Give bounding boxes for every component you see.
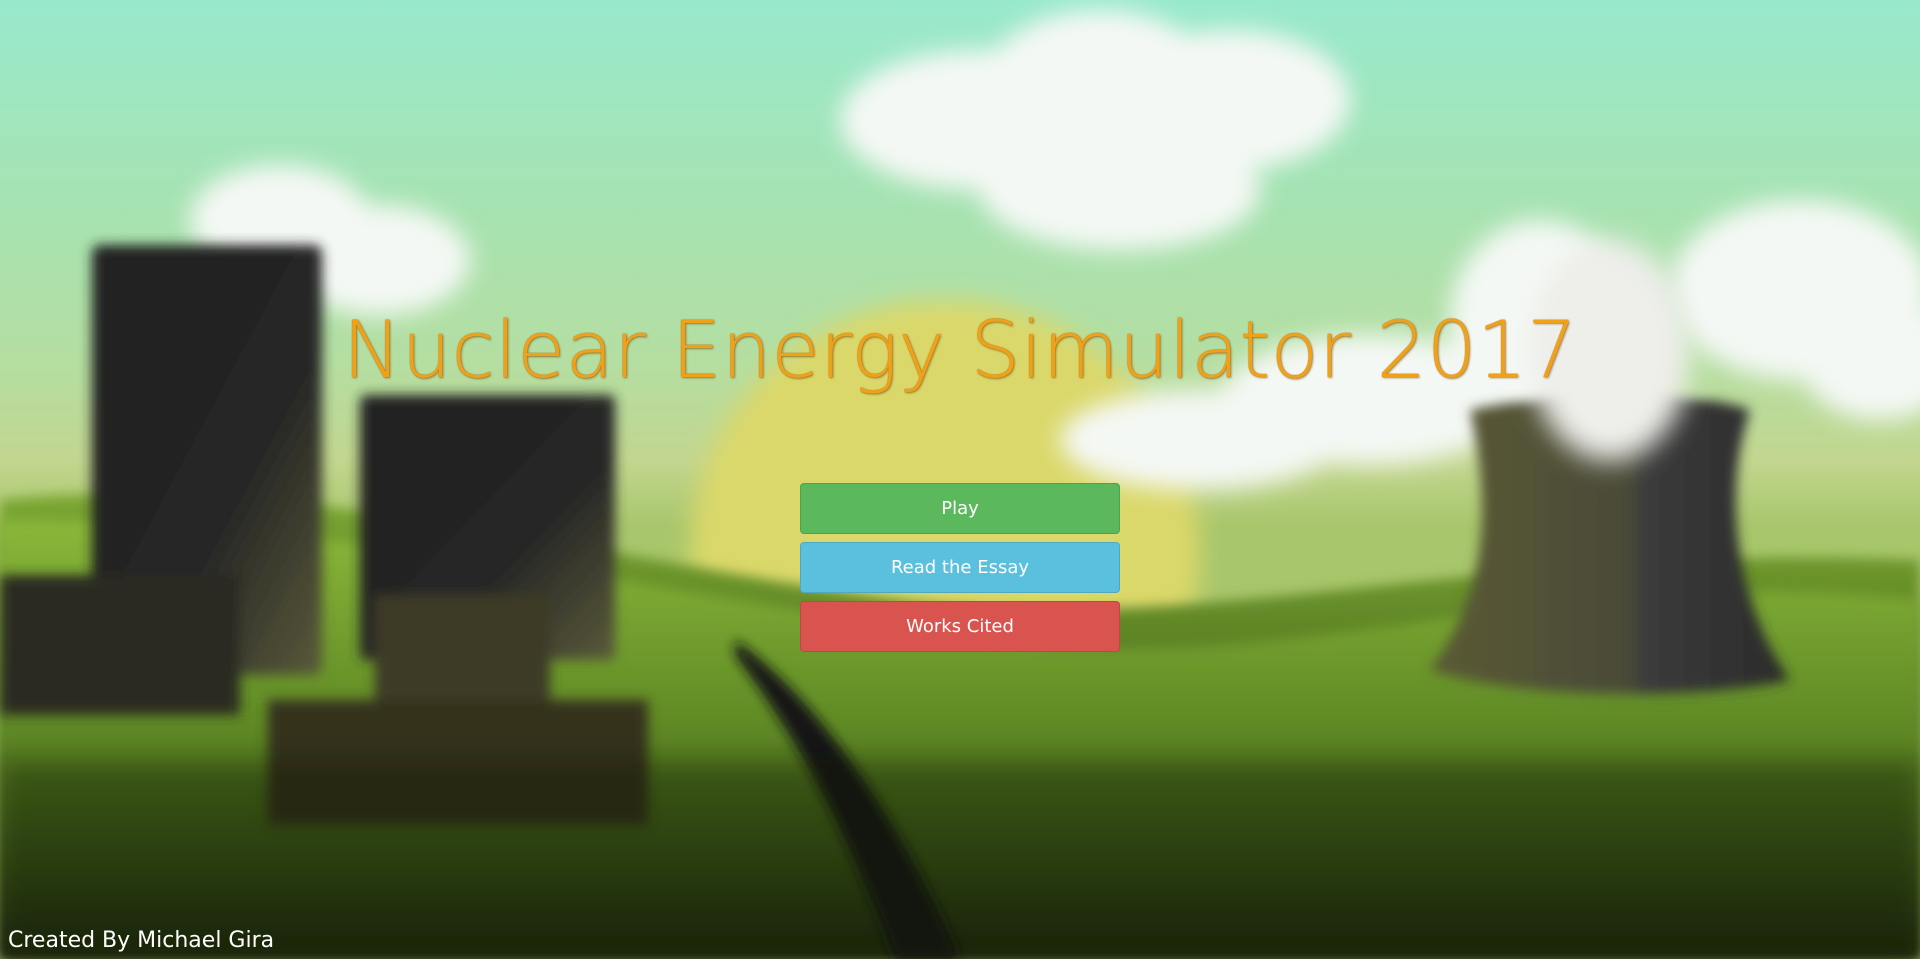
read-essay-button[interactable]: Read the Essay: [800, 542, 1120, 593]
play-button[interactable]: Play: [800, 483, 1120, 534]
main-menu: Play Read the Essay Works Cited: [800, 483, 1120, 660]
works-cited-button[interactable]: Works Cited: [800, 601, 1120, 652]
game-title: Nuclear Energy Simulator 2017: [342, 306, 1578, 396]
author-credit: Created By Michael Gira: [8, 928, 275, 953]
background-scene: [0, 10, 1920, 959]
title-screen: Nuclear Energy Simulator 2017 Play Read …: [0, 0, 1920, 959]
